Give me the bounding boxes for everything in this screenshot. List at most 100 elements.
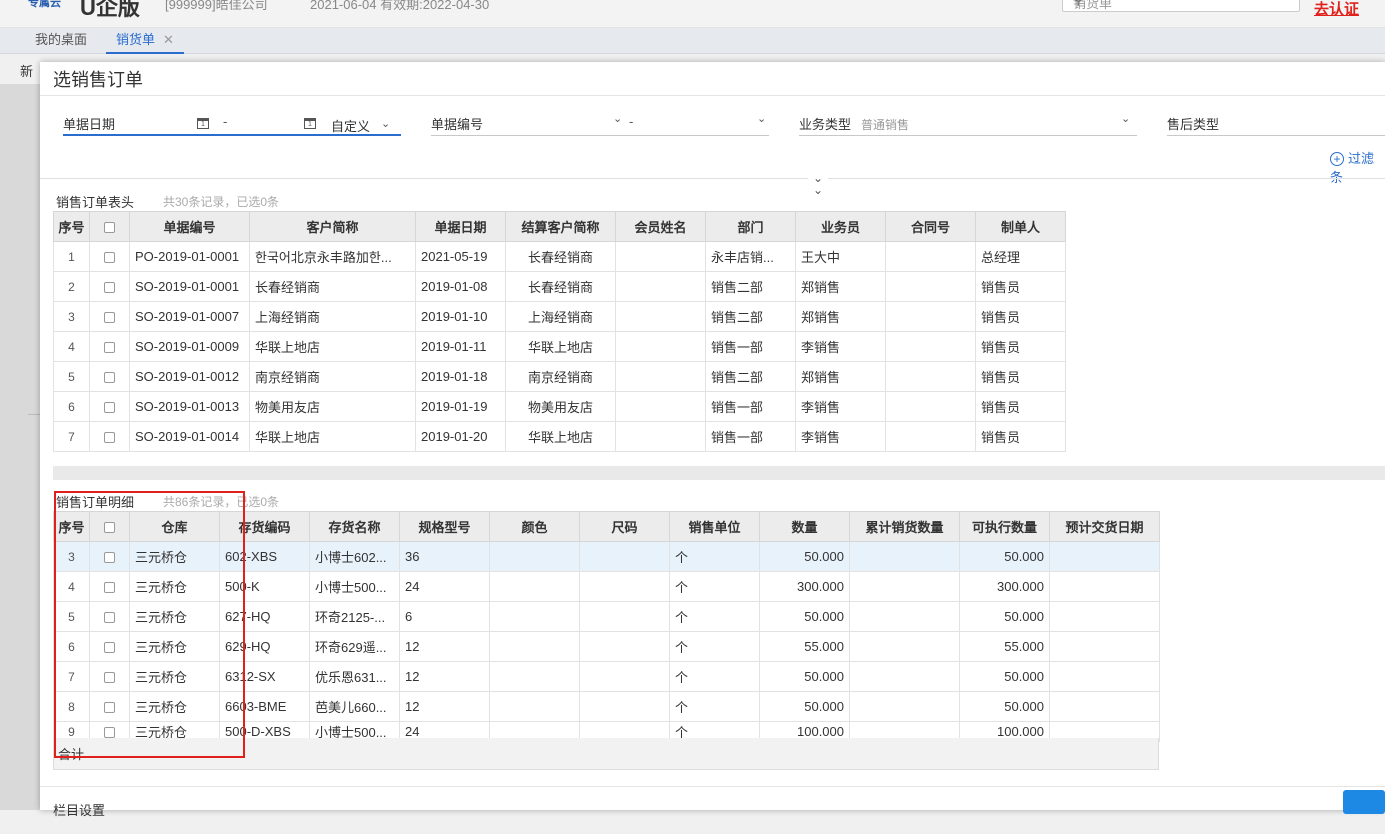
table-row[interactable]: 4 三元桥仓 500-K 小博士500... 24 个 300.000 300.… — [53, 571, 1160, 602]
col-quantity[interactable]: 数量 — [759, 511, 850, 542]
after-sale-filter[interactable]: 售后类型 — [1167, 110, 1385, 136]
col-maker[interactable]: 制单人 — [975, 211, 1066, 242]
header-table-scrollbar[interactable] — [53, 466, 1385, 480]
biz-type-label: 业务类型 — [799, 117, 852, 132]
close-icon[interactable]: ✕ — [163, 32, 174, 47]
order-detail-table: 序号 仓库 存货编码 存货名称 规格型号 颜色 尺码 销售单位 数量 累计销货数… — [53, 511, 1160, 742]
col-date[interactable]: 单据日期 — [415, 211, 506, 242]
row-checkbox[interactable] — [104, 252, 115, 264]
select-sales-order-dialog: 选销售订单 单据日期 1 - 1 自定义 ⌄ 单据编号 ⌄ - ⌄ 业务类型 普… — [40, 62, 1385, 818]
table-row[interactable]: 8 三元桥仓 6603-BME 芭美儿660... 12 个 50.000 50… — [53, 691, 1160, 722]
chevron-down-icon[interactable]: ⌄ — [757, 112, 766, 125]
biz-type-value: 普通销售 — [861, 118, 910, 132]
table-row[interactable]: 4 SO-2019-01-0009 华联上地店 2019-01-11 华联上地店… — [53, 331, 1066, 362]
col-dept[interactable]: 部门 — [705, 211, 796, 242]
row-checkbox[interactable] — [104, 642, 115, 654]
header-section-summary: 共30条记录，已选0条 — [163, 195, 280, 209]
page-tabs: 我的桌面 销货单 ✕ — [0, 28, 1385, 54]
calendar-icon[interactable]: 1 — [304, 118, 316, 129]
col-contract[interactable]: 合同号 — [885, 211, 976, 242]
col-executable[interactable]: 可执行数量 — [959, 511, 1050, 542]
date-filter[interactable]: 单据日期 1 - 1 自定义 ⌄ — [63, 110, 401, 136]
row-checkbox[interactable] — [104, 612, 115, 624]
col-spec[interactable]: 规格型号 — [399, 511, 490, 542]
chevron-down-icon[interactable]: ⌄ — [613, 112, 622, 125]
row-checkbox[interactable] — [104, 727, 115, 739]
col-select-all[interactable] — [89, 211, 130, 242]
login-date: 2021-06-04 有效期:2022-04-30 — [310, 0, 490, 12]
header-section-title: 销售订单表头 — [56, 195, 135, 210]
row-checkbox[interactable] — [104, 312, 115, 324]
date-filter-label: 单据日期 — [63, 117, 116, 132]
row-checkbox[interactable] — [104, 402, 115, 414]
cert-link[interactable]: 去认证 — [1314, 0, 1359, 19]
code-filter-label: 单据编号 — [431, 117, 484, 132]
confirm-button[interactable] — [1343, 790, 1385, 814]
table-row[interactable]: 2 SO-2019-01-0001 长春经销商 2019-01-08 长春经销商… — [53, 271, 1066, 302]
chevron-down-icon[interactable]: ⌄ — [1121, 112, 1130, 125]
col-cumulative[interactable]: 累计销货数量 — [849, 511, 960, 542]
logo-small: 专属云 — [28, 0, 61, 9]
code-filter[interactable]: 单据编号 ⌄ - ⌄ — [431, 110, 769, 136]
tab-sales-delivery[interactable]: 销货单 ✕ — [106, 30, 184, 54]
col-unit[interactable]: 销售单位 — [669, 511, 760, 542]
col-due-date[interactable]: 预计交货日期 — [1049, 511, 1160, 542]
select-all-checkbox[interactable] — [104, 222, 115, 234]
col-select-all[interactable] — [89, 511, 130, 542]
bg-new-button[interactable]: 新 — [20, 61, 33, 80]
table-row[interactable]: 7 三元桥仓 6312-SX 优乐恩631... 12 个 50.000 50.… — [53, 661, 1160, 692]
row-checkbox[interactable] — [104, 372, 115, 384]
dialog-title: 选销售订单 — [53, 70, 143, 90]
table-row[interactable]: 6 SO-2019-01-0013 物美用友店 2019-01-19 物美用友店… — [53, 391, 1066, 422]
global-search-input[interactable]: 销货单 ⚲ — [1062, 0, 1300, 12]
col-member[interactable]: 会员姓名 — [615, 211, 706, 242]
biz-type-filter[interactable]: 业务类型 普通销售 ⌄ — [799, 110, 1137, 136]
row-checkbox[interactable] — [104, 282, 115, 294]
double-chevron-down-icon[interactable]: ⌄ ⌄ — [808, 172, 828, 196]
row-checkbox[interactable] — [104, 702, 115, 714]
total-label: 合计 — [58, 747, 85, 762]
calendar-icon[interactable]: 1 — [197, 118, 209, 129]
detail-section-summary: 共86条记录，已选0条 — [163, 495, 280, 509]
detail-total-row: 合计 — [53, 738, 1159, 770]
table-row[interactable]: 7 SO-2019-01-0014 华联上地店 2019-01-20 华联上地店… — [53, 421, 1066, 452]
tab-desktop[interactable]: 我的桌面 — [35, 30, 87, 54]
col-code[interactable]: 单据编号 — [129, 211, 250, 242]
col-seq: 序号 — [53, 211, 90, 242]
col-color[interactable]: 颜色 — [489, 511, 580, 542]
company-name: [999999]皓佳公司 — [165, 0, 268, 12]
row-checkbox[interactable] — [104, 582, 115, 594]
table-row[interactable]: 6 三元桥仓 629-HQ 环奇629遥... 12 个 55.000 55.0… — [53, 631, 1160, 662]
select-all-checkbox[interactable] — [104, 522, 115, 534]
code-separator: - — [629, 114, 634, 129]
col-customer[interactable]: 客户简称 — [249, 211, 416, 242]
row-checkbox[interactable] — [104, 432, 115, 444]
col-warehouse[interactable]: 仓库 — [129, 511, 220, 542]
col-item-name[interactable]: 存货名称 — [309, 511, 400, 542]
table-row[interactable]: 3 SO-2019-01-0007 上海经销商 2019-01-10 上海经销商… — [53, 301, 1066, 332]
col-size[interactable]: 尺码 — [579, 511, 670, 542]
row-checkbox[interactable] — [104, 342, 115, 354]
add-circle-icon: + — [1330, 152, 1344, 166]
col-settle-customer[interactable]: 结算客户简称 — [505, 211, 616, 242]
logo: U企版 — [80, 0, 140, 20]
tab-label: 销货单 — [116, 32, 156, 47]
order-header-table: 序号 单据编号 客户简称 单据日期 结算客户简称 会员姓名 部门 业务员 合同号… — [53, 211, 1066, 452]
chevron-down-icon[interactable]: ⌄ — [381, 117, 390, 130]
table-row[interactable]: 3 三元桥仓 602-XBS 小博士602... 36 个 50.000 50.… — [53, 541, 1160, 572]
app-topbar: 专属云 U企版 [999999]皓佳公司 2021-06-04 有效期:2022… — [0, 0, 1385, 28]
row-checkbox[interactable] — [104, 552, 115, 564]
col-item-code[interactable]: 存货编码 — [219, 511, 310, 542]
background-content — [0, 84, 40, 810]
date-preset-select[interactable]: 自定义 — [331, 116, 370, 135]
more-filters-link[interactable]: + 过滤条 — [1330, 148, 1385, 186]
after-sale-label: 售后类型 — [1167, 117, 1220, 132]
table-row[interactable]: 1 PO-2019-01-0001 한국어北京永丰路加한... 2021-05-… — [53, 241, 1066, 272]
table-row[interactable]: 5 SO-2019-01-0012 南京经销商 2019-01-18 南京经销商… — [53, 361, 1066, 392]
date-separator: - — [223, 114, 228, 129]
search-icon[interactable]: ⚲ — [1073, 0, 1291, 8]
row-checkbox[interactable] — [104, 672, 115, 684]
col-salesman[interactable]: 业务员 — [795, 211, 886, 242]
col-seq: 序号 — [53, 511, 90, 542]
table-row[interactable]: 5 三元桥仓 627-HQ 环奇2125-... 6 个 50.000 50.0… — [53, 601, 1160, 632]
